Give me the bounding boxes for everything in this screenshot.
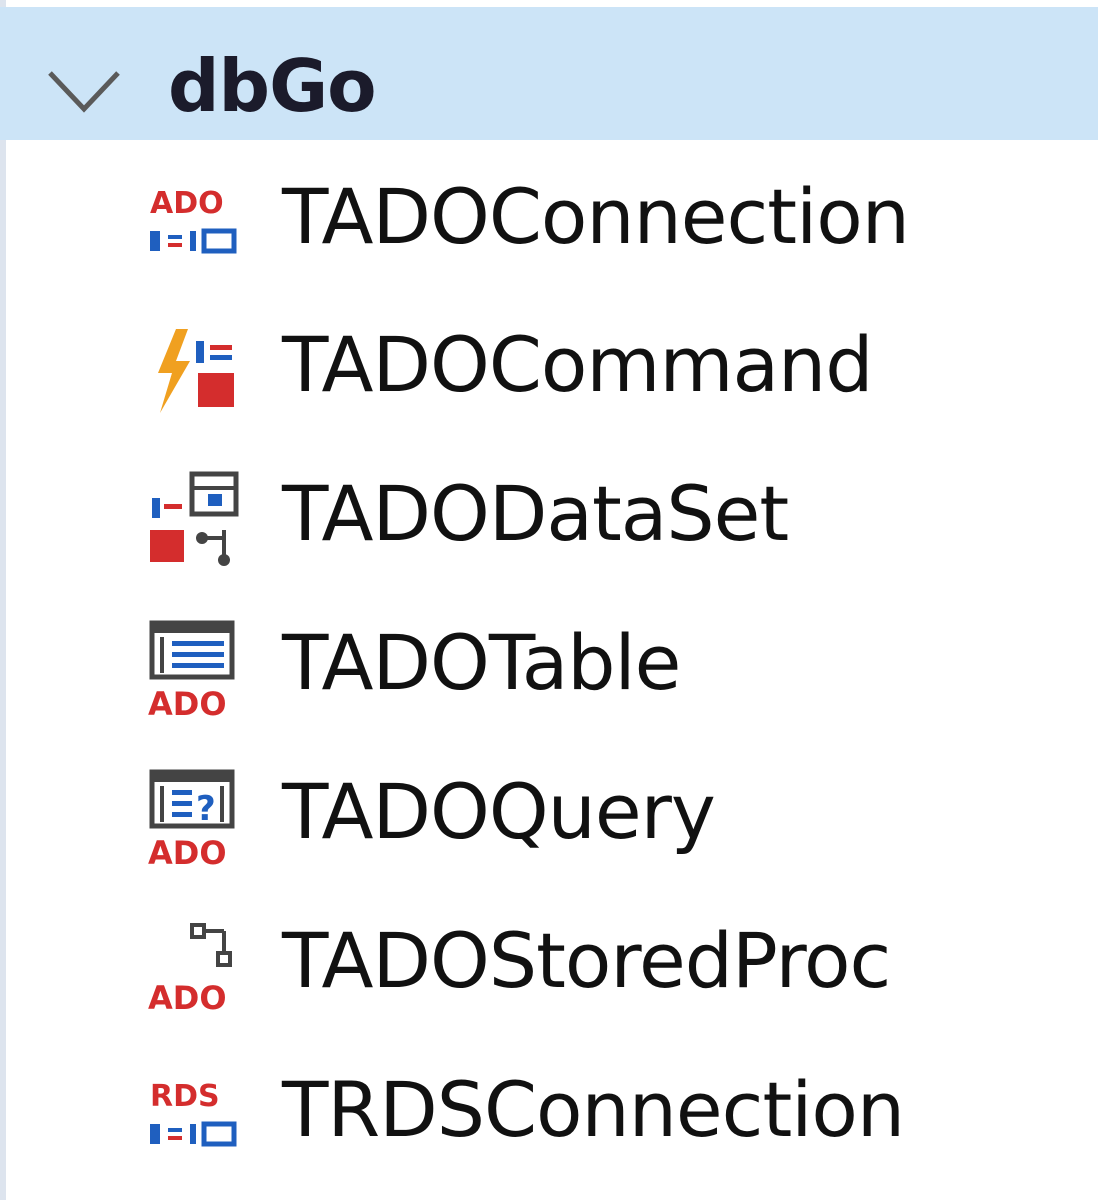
palette-item-tadodataset[interactable]: TADODataSet [0,440,1098,588]
palette-item-tadocommand[interactable]: TADOCommand [0,291,1098,439]
ado-dataset-icon [150,471,239,566]
icon-ado-text: ADO [148,834,227,868]
item-label: TADOCommand [282,320,873,409]
icon-ado-text: ADO [148,979,227,1017]
palette-item-tadostoredproc[interactable]: ADO TADOStoredProc [0,887,1098,1035]
item-label: TADOConnection [282,172,910,261]
palette-item-tadoconnection[interactable]: ADO TADOConnection [0,143,1098,291]
icon-ado-text: ADO [150,186,224,221]
palette-item-tadoquery[interactable]: ? ADO TADOQuery [0,738,1098,886]
palette-item-tadotable[interactable]: ADO TADOTable [0,589,1098,737]
tool-palette: dbGo ADO TADOConnection TADOCommand TADO… [0,0,1098,1200]
category-label: dbGo [168,44,377,128]
category-header-dbgo[interactable]: dbGo [0,7,1098,140]
ado-table-icon: ADO [148,620,235,719]
ado-storedproc-icon: ADO [148,923,232,1017]
palette-item-trdsconnection[interactable]: RDS TRDSConnection [0,1036,1098,1184]
rds-connection-icon: RDS [150,1079,237,1147]
chevron-down-icon[interactable] [44,47,124,127]
item-label: TADOStoredProc [282,916,891,1005]
item-label: TADODataSet [282,469,789,558]
item-label: TRDSConnection [282,1065,905,1154]
icon-rds-text: RDS [150,1079,220,1114]
item-label: TADOTable [282,618,681,707]
ado-query-icon: ? ADO [148,769,235,868]
item-label: TADOQuery [282,767,716,856]
ado-connection-icon: ADO [150,186,237,254]
icon-ado-text: ADO [148,685,227,719]
svg-text:?: ? [196,789,216,829]
ado-command-icon [158,329,234,413]
